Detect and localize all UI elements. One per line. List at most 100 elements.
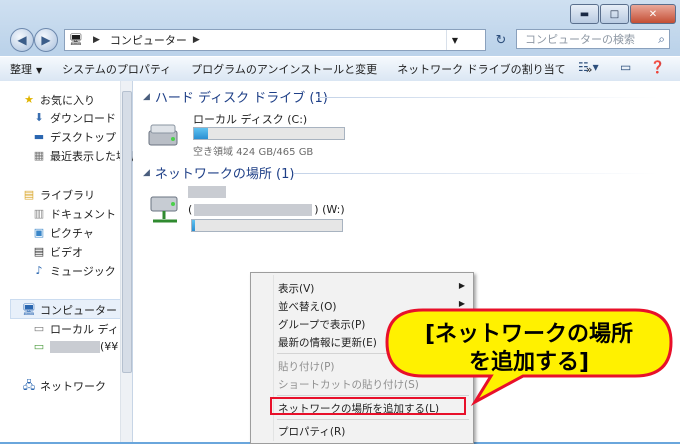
menu-label: 表示(V) [278, 283, 315, 295]
organize-button[interactable]: 整理 ▼ [0, 61, 52, 77]
menu-item-properties[interactable]: プロパティ(R) [278, 424, 345, 439]
back-button[interactable]: ◀ [10, 28, 34, 52]
collapse-triangle-icon: ◢ [143, 167, 150, 178]
caption-buttons: ▬ □ ✕ [569, 4, 676, 24]
group-divider [293, 173, 658, 174]
nav-label: コンピューター [40, 304, 117, 317]
desktop-icon: ▬ [33, 130, 45, 143]
group-title: ハード ディスク ドライブ (1) [154, 91, 328, 106]
usage-fill [194, 128, 208, 139]
picture-icon: ▣ [33, 226, 45, 239]
navigation-pane: ★ お気に入り ⬇ ダウンロード ▬ デスクトップ ▦ 最近表示した場所 ▤ ラ… [0, 81, 138, 442]
back-arrow-icon: ◀ [17, 33, 27, 47]
menu-label: グループで表示(P) [278, 319, 366, 331]
uninstall-program-button[interactable]: プログラムのアンインストールと変更 [181, 61, 387, 77]
search-icon: ⌕ [658, 32, 665, 46]
music-icon: ♪ [35, 264, 43, 277]
nav-music[interactable]: ♪ ミュージック [32, 263, 116, 279]
usage-fill [192, 220, 195, 231]
group-title: ネットワークの場所 (1) [154, 167, 295, 182]
network-group-header[interactable]: ◢ ネットワークの場所 (1) [143, 163, 294, 182]
minimize-button[interactable]: ▬ [570, 4, 599, 24]
nav-pictures[interactable]: ▣ ピクチャ [32, 225, 94, 241]
submenu-arrow-icon: ▶ [458, 281, 465, 290]
nav-label: デスクトップ [50, 131, 116, 144]
library-icon: ▤ [23, 188, 35, 201]
redacted-text [188, 186, 226, 198]
map-network-drive-button[interactable]: ネットワーク ドライブの割り当て [387, 61, 576, 77]
explorer-window: ▬ □ ✕ ◀ ▶ 🖥 ▶ コンピューター ▶ ▼ ↻ コンピューターの検索 ⌕… [0, 0, 680, 444]
close-button[interactable]: ✕ [630, 4, 676, 24]
hard-drive-icon: ▭ [33, 322, 45, 335]
scrollbar-thumb[interactable] [122, 91, 132, 373]
command-bar: 整理 ▼ システムのプロパティ プログラムのアンインストールと変更 ネットワーク … [0, 56, 680, 82]
nav-favorites[interactable]: ★ お気に入り [22, 92, 95, 108]
menu-label: 貼り付け(P) [278, 361, 335, 373]
nav-label: ローカル ディス [50, 323, 130, 336]
menu-label: 最新の情報に更新(E) [278, 337, 377, 349]
nav-local-disk[interactable]: ▭ ローカル ディス [32, 321, 130, 337]
breadcrumb-computer[interactable]: コンピューター [110, 32, 187, 48]
view-options-icon[interactable]: ☷ ▾ [578, 60, 599, 74]
download-folder-icon: ⬇ [34, 111, 44, 124]
nav-label: ビデオ [50, 246, 83, 259]
recent-places-icon: ▦ [33, 149, 45, 162]
computer-icon: 🖥 [22, 303, 36, 316]
menu-item-refresh[interactable]: 最新の情報に更新(E) [278, 335, 377, 350]
menu-item-sort[interactable]: 並べ替え(O) [278, 299, 336, 314]
nav-documents[interactable]: ▥ ドキュメント [32, 206, 116, 222]
computer-icon: 🖥 [69, 33, 83, 46]
nav-label: (¥¥ [100, 340, 119, 353]
document-icon: ▥ [33, 207, 45, 220]
collapse-triangle-icon: ◢ [143, 91, 150, 102]
redacted-text [50, 340, 100, 353]
navigation-scrollbar[interactable] [120, 81, 132, 442]
refresh-button[interactable]: ↻ [490, 30, 512, 50]
callout-line-2: を追加する] [468, 350, 590, 375]
nav-network-drive[interactable]: ▭ (¥¥ [32, 340, 119, 353]
drive-name-suffix: ) (W:) [314, 203, 345, 216]
network-drive-usage-bar [191, 219, 343, 232]
nav-computer[interactable]: 🖥 コンピューター [22, 302, 117, 318]
system-properties-button[interactable]: システムのプロパティ [52, 61, 181, 77]
callout-bubble: [ネットワークの場所 を追加する] [383, 306, 675, 406]
nav-downloads[interactable]: ⬇ ダウンロード [32, 110, 116, 126]
network-drive-icon[interactable] [147, 193, 183, 227]
menu-label: 並べ替え(O) [278, 301, 337, 313]
forward-arrow-icon: ▶ [41, 33, 51, 47]
breadcrumb-separator-icon: ▶ [93, 35, 100, 45]
nav-label: ミュージック [50, 265, 116, 278]
nav-label: ネットワーク [40, 380, 106, 393]
video-icon: ▤ [33, 245, 45, 258]
forward-button[interactable]: ▶ [34, 28, 58, 52]
nav-label: ライブラリ [40, 189, 95, 202]
menu-label: プロパティ(R) [278, 426, 346, 438]
menu-separator [277, 419, 469, 420]
address-bar[interactable]: 🖥 ▶ コンピューター ▶ ▼ [64, 29, 486, 51]
network-drive-name[interactable]: ( ) (W:) [188, 203, 345, 216]
hdd-group-header[interactable]: ◢ ハード ディスク ドライブ (1) [143, 87, 328, 106]
nav-network[interactable]: 🖧 ネットワーク [22, 378, 106, 394]
nav-label: ピクチャ [50, 227, 94, 240]
drive-name-prefix: ( [188, 203, 193, 216]
search-placeholder: コンピューターの検索 [525, 33, 635, 46]
menu-item-view[interactable]: 表示(V) [278, 281, 314, 296]
help-icon[interactable]: ❓ [650, 60, 665, 74]
group-divider [318, 97, 658, 98]
menu-icon-column [273, 275, 274, 441]
nav-videos[interactable]: ▤ ビデオ [32, 244, 83, 260]
search-input[interactable]: コンピューターの検索 ⌕ [516, 29, 670, 49]
hard-drive-icon[interactable] [147, 121, 181, 151]
local-disk-usage-bar [193, 127, 345, 140]
local-disk-name[interactable]: ローカル ディスク (C:) [193, 111, 307, 127]
maximize-button[interactable]: □ [600, 4, 629, 24]
refresh-icon: ↻ [495, 32, 507, 48]
navigation-bar: ◀ ▶ 🖥 ▶ コンピューター ▶ ▼ ↻ コンピューターの検索 ⌕ [0, 26, 680, 56]
address-dropdown-icon[interactable]: ▼ [446, 30, 463, 50]
menu-item-group-by[interactable]: グループで表示(P) [278, 317, 365, 332]
nav-label: お気に入り [40, 94, 95, 107]
nav-libraries[interactable]: ▤ ライブラリ [22, 187, 95, 203]
nav-desktop[interactable]: ▬ デスクトップ [32, 129, 116, 145]
star-icon: ★ [24, 93, 34, 106]
preview-pane-icon[interactable]: ▭ [620, 60, 631, 74]
